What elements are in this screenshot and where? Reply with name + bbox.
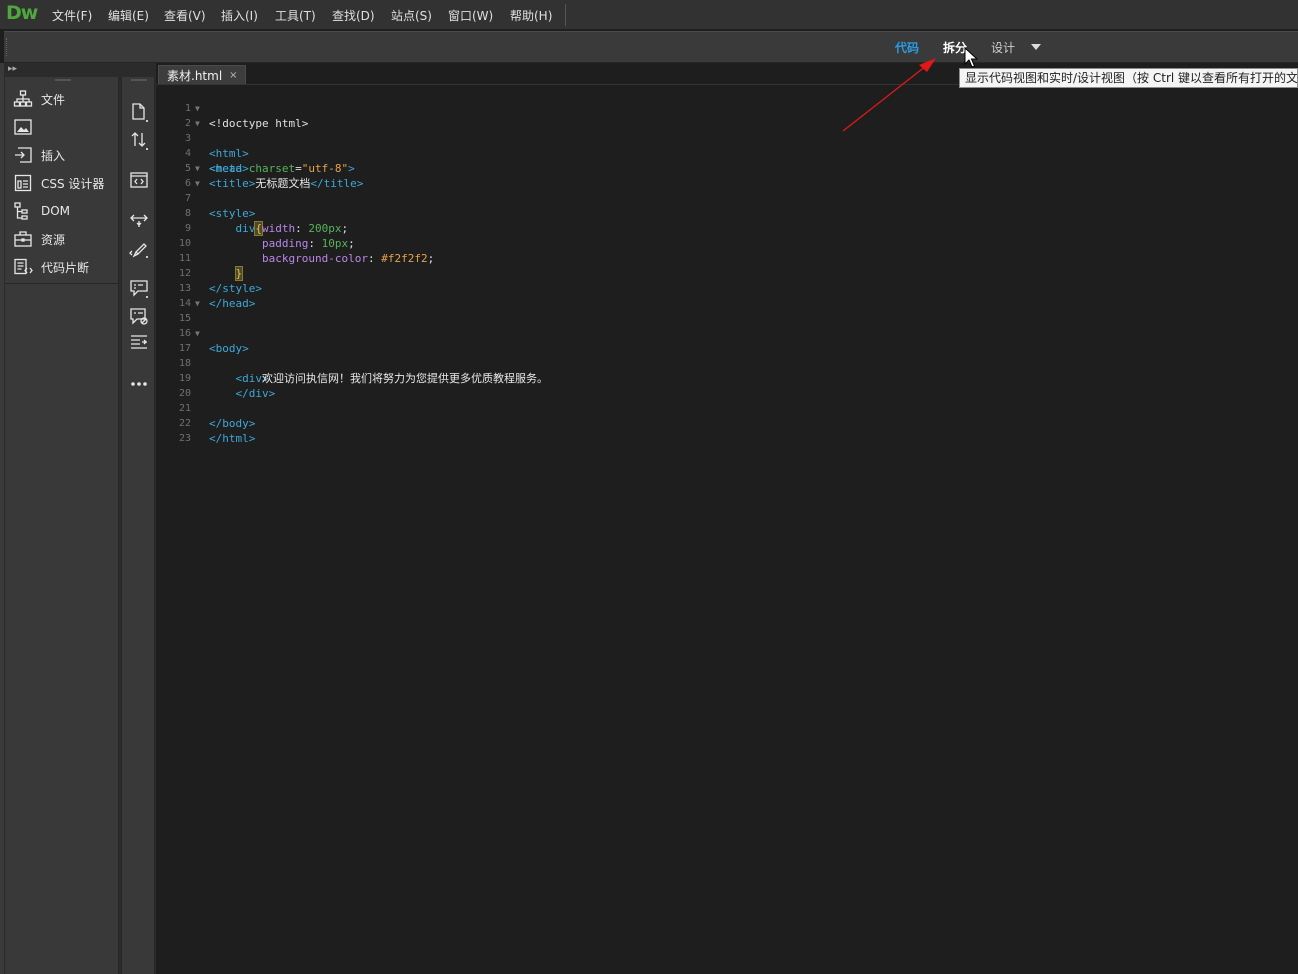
fold-arrow-icon[interactable]: ▼ (195, 161, 200, 176)
code-line: 18 欢迎访问执信网！我们将努力为您提供更多优质教程服务。 (157, 341, 1298, 385)
panel-grip[interactable] (55, 79, 71, 81)
fold-arrow-icon[interactable]: ▼ (195, 176, 200, 191)
code-line: 23 (157, 416, 1298, 444)
dom-tree-icon (13, 201, 33, 221)
code-view-button[interactable]: 代码 (895, 39, 919, 56)
format-icon[interactable] (128, 237, 150, 259)
code-line: 7 ▼ div{ (157, 176, 1298, 236)
toolbar-grip[interactable] (131, 79, 147, 81)
code-line: 2 ▼ <html> (157, 101, 1298, 160)
panel-item-label: 文件 (41, 92, 66, 107)
panel-item-dom[interactable]: DOM (13, 200, 117, 222)
panel-item-label: 代码片断 (41, 260, 90, 275)
assets-icon (13, 229, 33, 249)
code-editor[interactable]: 1 <!doctype html> 2 ▼ <html> 3 ▼ <head> … (157, 85, 1298, 974)
code-line: 13 </head> (157, 266, 1298, 310)
design-view-button[interactable]: 设计 (991, 39, 1015, 56)
fold-arrow-icon[interactable]: ▼ (195, 326, 200, 341)
panel-item-label: CSS 设计器 (41, 176, 105, 191)
code-line: 19 </div> (157, 356, 1298, 400)
apply-comment-icon[interactable] (128, 277, 150, 299)
close-icon[interactable]: × (229, 70, 237, 81)
panel-divider (5, 283, 119, 284)
menu-bar: Dw 文件(F) 编辑(E) 查看(V) 插入(I) 工具(T) 查找(D) 站… (0, 0, 1298, 30)
menu-site[interactable]: 站点(S) (391, 7, 432, 24)
code-line: 10 background-color: #f2f2f2; (157, 221, 1298, 265)
code-view-icon[interactable] (128, 169, 150, 191)
code-line: 12 </style> (157, 251, 1298, 295)
toolbar-grip[interactable] (6, 38, 8, 56)
code-line: 11 } (157, 236, 1298, 281)
code-line: 21 </body> (157, 386, 1298, 430)
expand-tag-icon[interactable] (128, 209, 150, 231)
panel-item-snippets[interactable]: 代码片断 (13, 256, 117, 278)
css-designer-icon (13, 173, 33, 193)
coding-toolbar (121, 77, 155, 974)
menu-divider (565, 4, 566, 26)
menu-edit[interactable]: 编辑(E) (108, 7, 149, 24)
panel-list: 文件 插入 CSS 设计器 DOM 资源 代码片断 (5, 77, 119, 974)
code-line: 9 padding: 10px; (157, 206, 1298, 250)
panel-item-insert[interactable]: 插入 (13, 144, 117, 166)
code-line: 17 ▼ <div> (157, 326, 1298, 385)
document-tab[interactable]: 素材.html × (158, 65, 246, 85)
code-line: 22 </html> (157, 401, 1298, 445)
code-line: 16 (157, 311, 1298, 339)
left-dock-edge (0, 63, 4, 974)
remove-comment-icon[interactable] (128, 305, 150, 327)
files-tree-icon (13, 89, 33, 109)
code-line: 6 ▼ <style> (157, 161, 1298, 220)
code-line: 15 ▼ <body> (157, 296, 1298, 355)
panel-item-label: 插入 (41, 148, 66, 163)
fold-arrow-icon[interactable]: ▼ (195, 101, 200, 116)
fold-arrow-icon[interactable]: ▼ (195, 296, 200, 311)
open-document-icon[interactable] (128, 101, 150, 123)
split-view-tooltip: 显示代码视图和实时/设计视图（按 Ctrl 键以查看所有打开的文 (959, 68, 1298, 88)
panel-item-label: 资源 (41, 232, 66, 247)
snippets-icon (13, 257, 33, 277)
app-logo: Dw (6, 2, 38, 24)
panel-item-files[interactable]: 文件 (13, 88, 117, 110)
code-line: 5 <title>无标题文档</title> (157, 146, 1298, 190)
indent-icon[interactable] (128, 331, 150, 353)
double-chevron-icon[interactable]: ▸▸ (8, 64, 17, 74)
code-line: 1 <!doctype html> (157, 86, 1298, 130)
mouse-cursor-icon (964, 47, 978, 68)
menu-file[interactable]: 文件(F) (52, 7, 92, 24)
code-line: 14 (157, 281, 1298, 309)
panel-item-label: DOM (41, 204, 71, 218)
menu-view[interactable]: 查看(V) (164, 7, 206, 24)
panel-item-css-designer[interactable]: CSS 设计器 (13, 172, 117, 194)
panel-item-assets[interactable]: 资源 (13, 228, 117, 250)
menu-help[interactable]: 帮助(H) (510, 7, 552, 24)
insert-icon (13, 145, 33, 165)
file-management-icon[interactable] (128, 129, 150, 151)
code-line: 4 <meta charset="utf-8"> (157, 131, 1298, 175)
assets-image-icon (13, 117, 33, 137)
more-icon[interactable] (128, 373, 150, 395)
code-line: 8 width: 200px; (157, 191, 1298, 235)
code-line: 20 (157, 371, 1298, 399)
caret-down-icon[interactable] (1031, 40, 1041, 50)
document-tab-label: 素材.html (167, 69, 223, 83)
code-line: 3 ▼ <head> (157, 116, 1298, 175)
menu-tools[interactable]: 工具(T) (275, 7, 316, 24)
menu-insert[interactable]: 插入(I) (221, 7, 258, 24)
panel-item-assets-image[interactable] (13, 116, 117, 138)
menu-find[interactable]: 查找(D) (332, 7, 375, 24)
code-token: </html> (209, 432, 256, 445)
view-toolbar: 代码 拆分 设计 (4, 31, 1298, 63)
line-number: 23 (178, 433, 191, 444)
fold-arrow-icon[interactable]: ▼ (195, 116, 200, 131)
menu-window[interactable]: 窗口(W) (448, 7, 493, 24)
